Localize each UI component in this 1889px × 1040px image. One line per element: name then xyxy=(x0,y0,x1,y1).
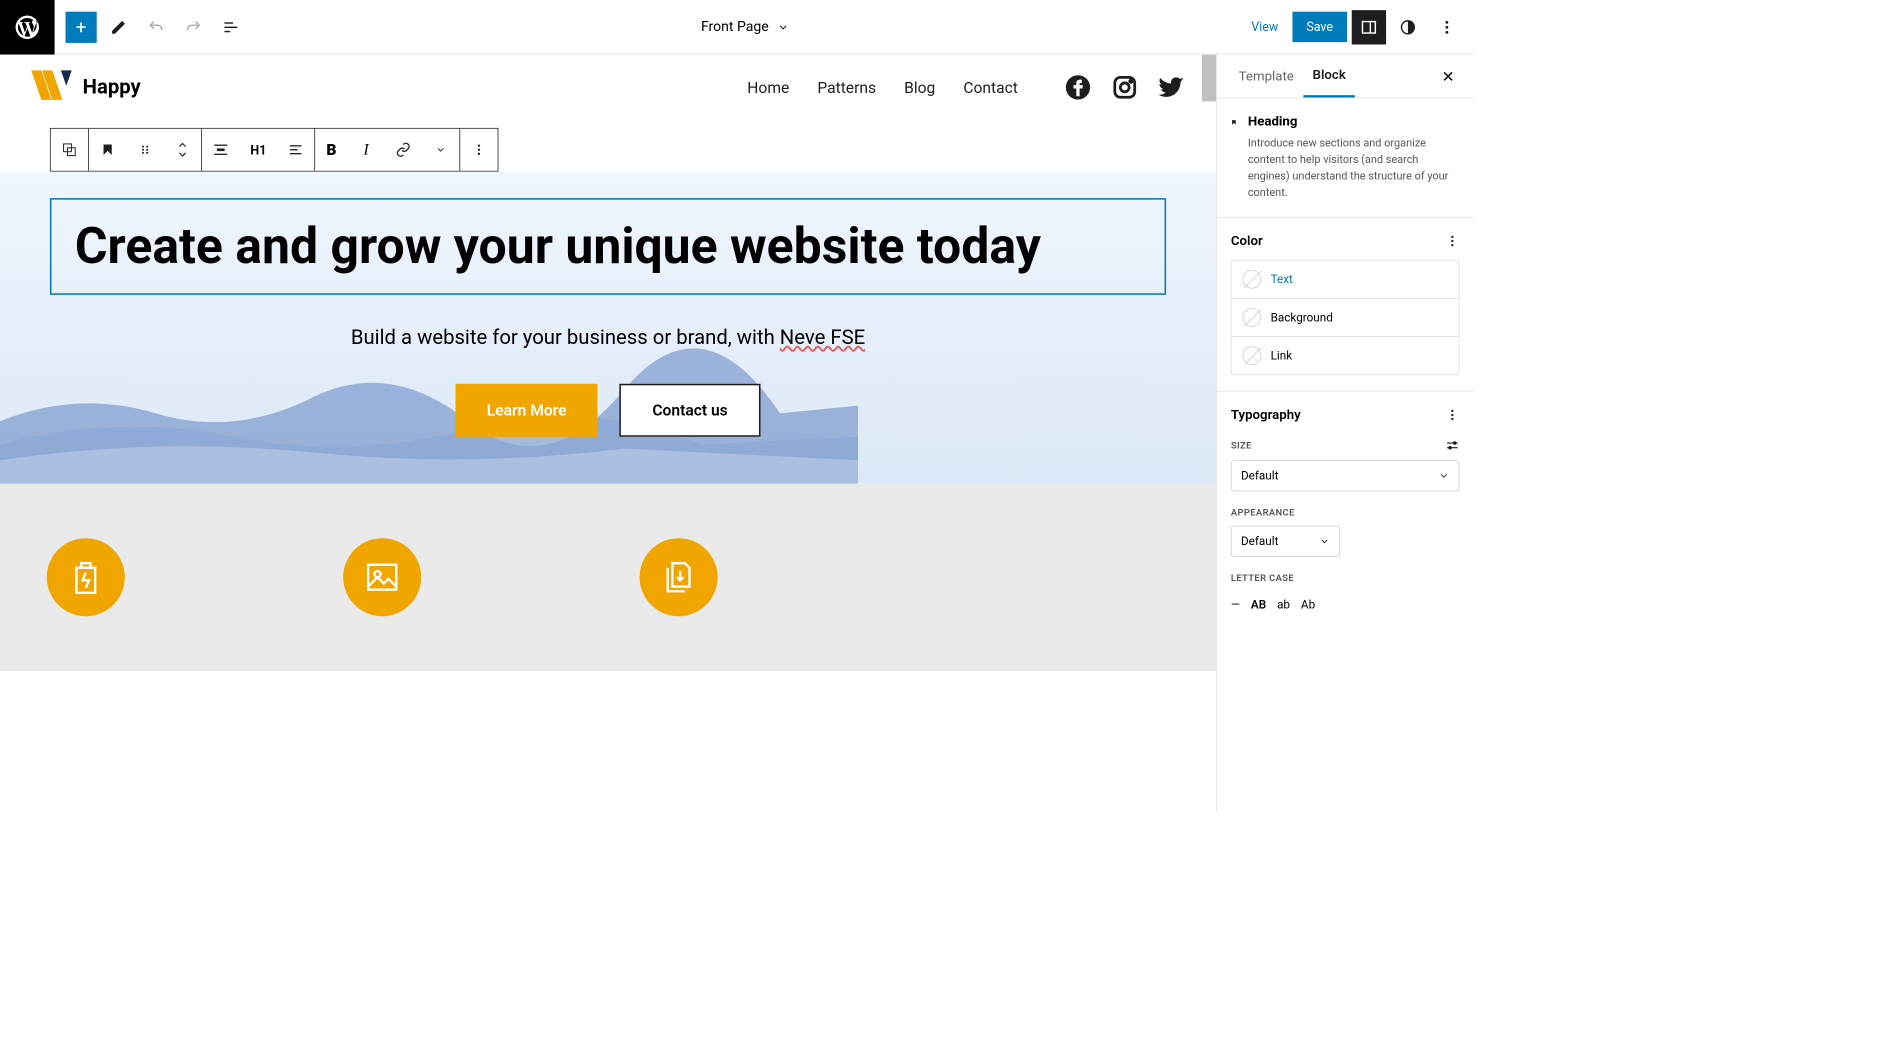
move-up-down-icon[interactable] xyxy=(164,129,201,171)
hero-heading[interactable]: Create and grow your unique website toda… xyxy=(50,198,1166,295)
redo-icon[interactable] xyxy=(178,11,209,42)
feature-image-icon xyxy=(343,538,421,616)
hero-sub-prefix: Build a website for your business or bra… xyxy=(351,326,780,349)
tab-block[interactable]: Block xyxy=(1303,55,1355,98)
color-panel-title: Color xyxy=(1231,233,1263,249)
site-name: Happy xyxy=(83,76,141,99)
nav-home[interactable]: Home xyxy=(747,78,789,97)
appearance-label: APPEARANCE xyxy=(1231,507,1295,518)
save-button[interactable]: Save xyxy=(1292,12,1347,42)
styles-button[interactable] xyxy=(1391,10,1425,44)
nav-patterns[interactable]: Patterns xyxy=(817,78,876,97)
wordpress-logo[interactable] xyxy=(0,0,55,54)
heading-block-icon xyxy=(1231,114,1237,131)
color-link[interactable]: Link xyxy=(1232,337,1459,374)
hero-buttons: Learn More Contact us xyxy=(31,384,1185,437)
letter-case-toggle: — AB ab Ab xyxy=(1231,591,1460,611)
twitter-icon[interactable] xyxy=(1158,74,1185,101)
align-icon[interactable] xyxy=(202,129,239,171)
options-icon[interactable] xyxy=(1430,10,1464,44)
block-type-icon[interactable] xyxy=(89,129,126,171)
bold-button[interactable]: B xyxy=(315,129,347,171)
feature-battery-icon xyxy=(47,538,125,616)
block-description: Introduce new sections and organize cont… xyxy=(1248,136,1460,202)
block-toolbar: H1 B I xyxy=(50,128,499,172)
swatch-icon xyxy=(1243,346,1262,365)
toolbar-left: + xyxy=(55,11,258,42)
page-title: Front Page xyxy=(701,19,769,35)
italic-button[interactable]: I xyxy=(347,129,384,171)
sidebar-tabs: Template Block ✕ xyxy=(1217,55,1474,99)
color-list: Text Background Link xyxy=(1231,260,1460,375)
sidebar: Template Block ✕ Heading Introduce new s… xyxy=(1216,55,1473,812)
scrollbar[interactable] xyxy=(1202,55,1216,102)
site-logo-mark-icon xyxy=(31,70,72,104)
block-info-panel: Heading Introduce new sections and organ… xyxy=(1217,98,1474,217)
lettercase-none[interactable]: — xyxy=(1231,597,1240,611)
lettercase-lower[interactable]: ab xyxy=(1277,597,1290,611)
typography-panel: Typography SIZE Default APPEARANCE Defau… xyxy=(1217,392,1474,628)
site-header: Happy Home Patterns Blog Contact xyxy=(0,55,1216,121)
lettercase-cap[interactable]: Ab xyxy=(1301,597,1315,611)
text-align-icon[interactable] xyxy=(277,129,314,171)
main-area: Happy Home Patterns Blog Contact xyxy=(0,55,1473,812)
lettercase-label: LETTER CASE xyxy=(1231,573,1294,584)
primary-nav: Home Patterns Blog Contact xyxy=(747,78,1018,97)
feature-download-icon xyxy=(640,538,718,616)
instagram-icon[interactable] xyxy=(1112,74,1139,101)
panel-options-icon[interactable] xyxy=(1445,234,1459,248)
color-background[interactable]: Background xyxy=(1232,299,1459,337)
canvas: Happy Home Patterns Blog Contact xyxy=(0,55,1216,812)
chevron-down-icon xyxy=(1438,470,1449,481)
contact-us-button[interactable]: Contact us xyxy=(620,384,761,437)
features-section xyxy=(0,484,1216,671)
block-title: Heading xyxy=(1248,114,1460,130)
hero-section: Create and grow your unique website toda… xyxy=(0,172,1216,484)
more-rich-text-icon[interactable] xyxy=(422,129,459,171)
hero-sub-underlined: Neve FSE xyxy=(780,326,865,349)
size-label: SIZE xyxy=(1231,440,1252,451)
nav-blog[interactable]: Blog xyxy=(904,78,935,97)
hero-subtext[interactable]: Build a website for your business or bra… xyxy=(31,326,1185,349)
size-select[interactable]: Default xyxy=(1231,460,1460,491)
view-link[interactable]: View xyxy=(1242,13,1288,40)
facebook-icon[interactable] xyxy=(1065,74,1092,101)
drag-handle-icon[interactable] xyxy=(126,129,163,171)
lettercase-upper[interactable]: AB xyxy=(1251,597,1266,611)
nav-contact[interactable]: Contact xyxy=(963,78,1018,97)
panel-options-icon[interactable] xyxy=(1445,408,1459,422)
toolbar-right: View Save xyxy=(1233,10,1474,44)
select-parent-icon[interactable] xyxy=(51,129,88,171)
sidebar-toggle-button[interactable] xyxy=(1352,10,1386,44)
add-block-button[interactable]: + xyxy=(66,11,97,42)
tab-template[interactable]: Template xyxy=(1229,56,1303,97)
settings-sliders-icon[interactable] xyxy=(1445,438,1459,452)
swatch-icon xyxy=(1243,270,1262,289)
document-overview-icon[interactable] xyxy=(215,11,246,42)
swatch-icon xyxy=(1243,308,1262,327)
color-panel: Color Text Background Link xyxy=(1217,218,1474,392)
heading-level-button[interactable]: H1 xyxy=(239,129,277,171)
close-sidebar-icon[interactable]: ✕ xyxy=(1435,60,1461,91)
color-text[interactable]: Text xyxy=(1232,261,1459,299)
chevron-down-icon xyxy=(777,21,789,33)
chevron-down-icon xyxy=(1319,536,1330,547)
appearance-select[interactable]: Default xyxy=(1231,526,1340,557)
site-logo[interactable]: Happy xyxy=(31,70,141,104)
tools-icon[interactable] xyxy=(103,11,134,42)
social-links xyxy=(1065,74,1185,101)
page-title-dropdown[interactable]: Front Page xyxy=(257,19,1232,35)
typography-panel-title: Typography xyxy=(1231,407,1301,423)
block-options-icon[interactable] xyxy=(461,129,498,171)
topbar: + Front Page View Save xyxy=(0,0,1473,55)
link-button-icon[interactable] xyxy=(385,129,422,171)
undo-icon[interactable] xyxy=(140,11,171,42)
learn-more-button[interactable]: Learn More xyxy=(456,384,598,437)
